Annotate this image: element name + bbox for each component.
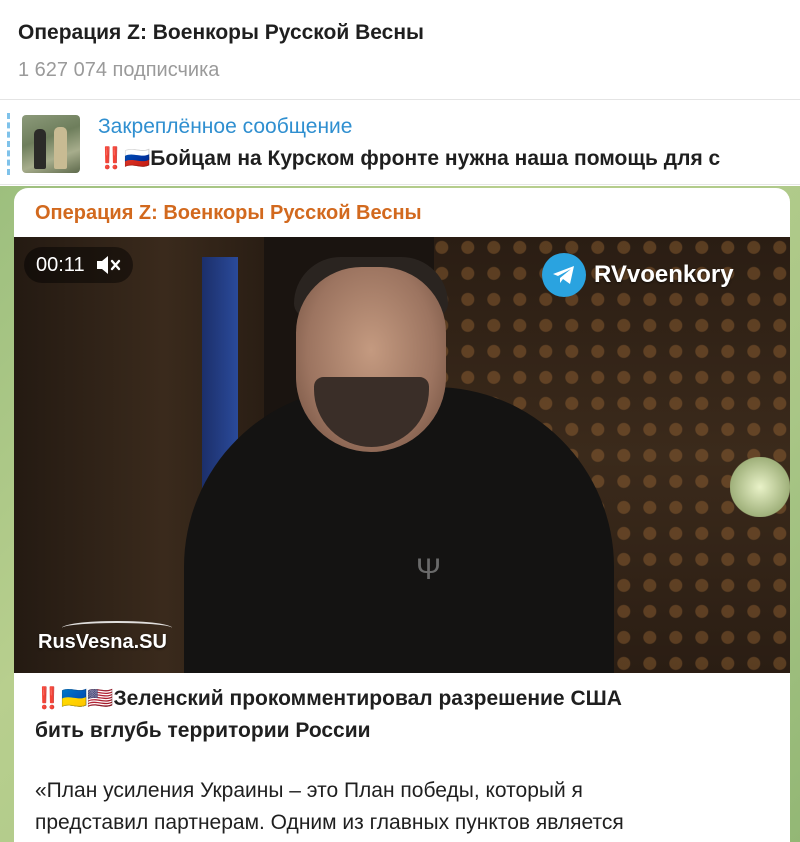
pinned-title: Закреплённое сообщение: [98, 115, 353, 138]
message-bubble: Операция Z: Военкоры Русской Весны Ψ 00:…: [14, 188, 790, 842]
video-duration: 00:11: [36, 253, 85, 276]
video-watermark: RusVesna.SU: [38, 631, 167, 653]
video-player[interactable]: Ψ 00:11 RVvoenkory RusVesna.SU: [14, 237, 790, 673]
body-line-1: «План усиления Украины – это План победы…: [35, 779, 583, 802]
subscriber-count: 1 627 074 подписчика: [18, 59, 220, 81]
headline-line-1: ‼️🇺🇦🇺🇸Зеленский прокомментировал разреше…: [35, 687, 622, 710]
body-line-2: представил партнерам. Одним из главных п…: [35, 811, 624, 834]
pinned-text: ‼️🇷🇺Бойцам на Курском фронте нужна наша …: [98, 147, 721, 170]
video-time-badge[interactable]: 00:11: [24, 247, 133, 283]
channel-title[interactable]: Операция Z: Военкоры Русской Весны: [18, 21, 424, 45]
trident-emblem: Ψ: [416, 553, 442, 586]
message-text: ‼️🇺🇦🇺🇸Зеленский прокомментировал разреше…: [35, 683, 775, 839]
pinned-thumbnail: [22, 115, 80, 173]
pinned-message-bar[interactable]: Закреплённое сообщение ‼️🇷🇺Бойцам на Кур…: [0, 101, 800, 185]
channel-logo-overlay: RVvoenkory: [542, 253, 734, 297]
channel-logo-text: RVvoenkory: [594, 261, 734, 288]
headline-line-2: бить вглубь территории России: [35, 719, 371, 742]
message-author[interactable]: Операция Z: Военкоры Русской Весны: [35, 202, 422, 225]
pinned-indicator: [7, 113, 10, 175]
speaker-muted-icon[interactable]: [95, 254, 121, 276]
channel-header[interactable]: Операция Z: Военкоры Русской Весны 1 627…: [0, 0, 800, 100]
telegram-icon: [542, 253, 586, 297]
